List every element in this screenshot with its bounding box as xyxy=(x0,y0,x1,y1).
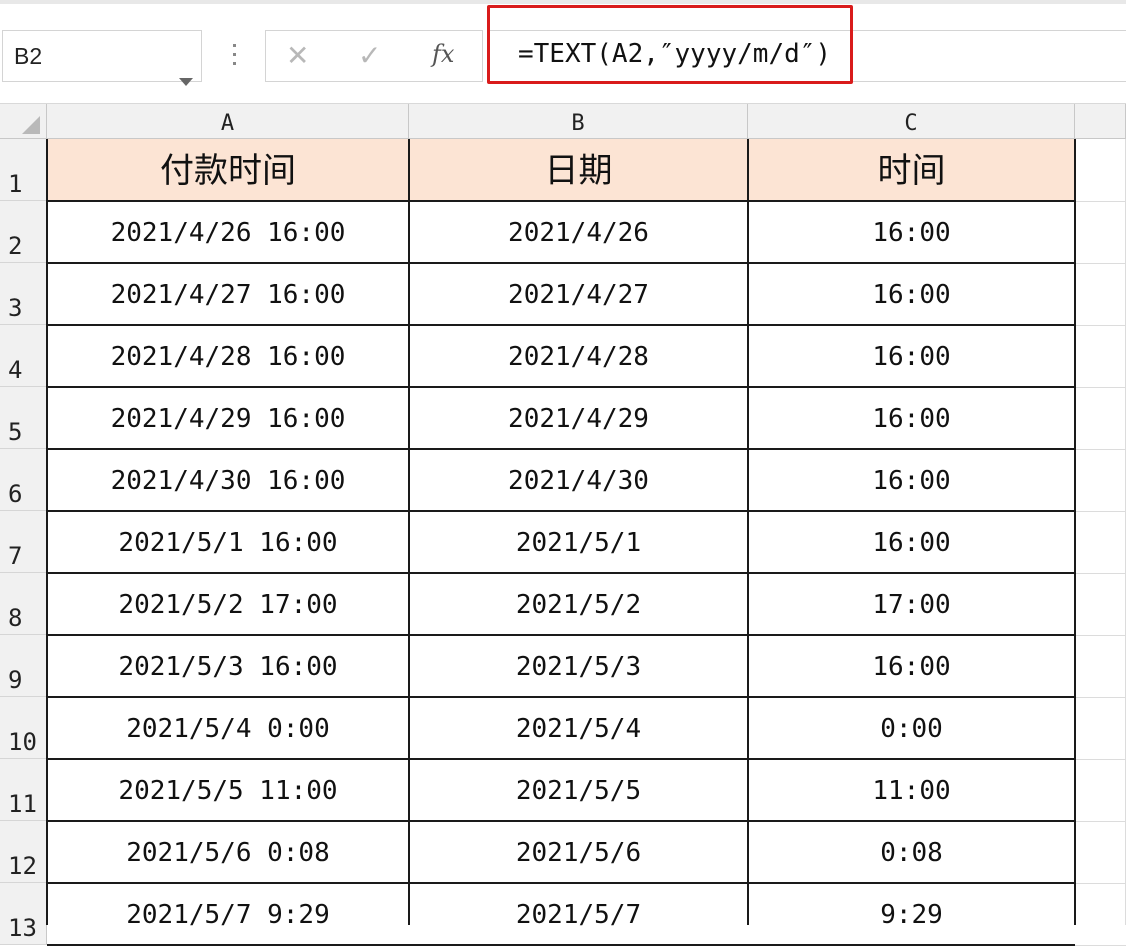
row-header-13[interactable]: 13 xyxy=(0,883,47,945)
table-border xyxy=(47,200,1075,202)
table-border xyxy=(46,139,48,925)
row-header-7[interactable]: 7 xyxy=(0,511,47,573)
table-border xyxy=(47,572,1075,574)
table-border xyxy=(47,262,1075,264)
row-header-10[interactable]: 10 xyxy=(0,697,47,759)
column-header-d[interactable] xyxy=(1075,104,1126,139)
cell-a3[interactable]: 2021/4/27 16:00 xyxy=(47,263,409,325)
cell-c2[interactable]: 16:00 xyxy=(748,201,1075,263)
cell-a9[interactable]: 2021/5/3 16:00 xyxy=(47,635,409,697)
name-box-value: B2 xyxy=(14,43,43,69)
table-border xyxy=(47,324,1075,326)
chevron-down-icon[interactable] xyxy=(179,78,193,86)
cell-b5[interactable]: 2021/4/29 xyxy=(409,387,748,449)
cell-b4[interactable]: 2021/4/28 xyxy=(409,325,748,387)
row-header-6[interactable]: 6 xyxy=(0,449,47,511)
cell-a12[interactable]: 2021/5/6 0:08 xyxy=(47,821,409,883)
table-border xyxy=(47,820,1075,822)
select-all-button[interactable] xyxy=(0,104,47,139)
cell-b11[interactable]: 2021/5/5 xyxy=(409,759,748,821)
cell-c9[interactable]: 16:00 xyxy=(748,635,1075,697)
row-header-9[interactable]: 9 xyxy=(0,635,47,697)
row-number: 2 xyxy=(8,232,23,260)
insert-function-icon[interactable]: fx xyxy=(432,40,454,68)
select-all-icon xyxy=(22,116,40,134)
row-number: 10 xyxy=(8,728,37,756)
row-number: 13 xyxy=(8,914,37,942)
name-box[interactable]: B2 xyxy=(2,30,202,86)
table-border xyxy=(47,758,1075,760)
table-border xyxy=(47,510,1075,512)
cell-c4[interactable]: 16:00 xyxy=(748,325,1075,387)
header-cell-c[interactable]: 时间 xyxy=(748,139,1075,201)
table-border xyxy=(47,634,1075,636)
cell-a4[interactable]: 2021/4/28 16:00 xyxy=(47,325,409,387)
table-border xyxy=(47,448,1075,450)
row-header-4[interactable]: 4 xyxy=(0,325,47,387)
formula-buttons: ✕ ✓ fx xyxy=(265,30,483,82)
cell-a13[interactable]: 2021/5/7 9:29 xyxy=(47,883,409,945)
cell-a5[interactable]: 2021/4/29 16:00 xyxy=(47,387,409,449)
row-header-11[interactable]: 11 xyxy=(0,759,47,821)
header-cell-b[interactable]: 日期 xyxy=(409,139,748,201)
column-header-c[interactable]: C xyxy=(748,104,1075,139)
cell-b9[interactable]: 2021/5/3 xyxy=(409,635,748,697)
row-number: 6 xyxy=(8,480,23,508)
cell-a7[interactable]: 2021/5/1 16:00 xyxy=(47,511,409,573)
row-header-8[interactable]: 8 xyxy=(0,573,47,635)
cell-c8[interactable]: 17:00 xyxy=(748,573,1075,635)
header-cell-a[interactable]: 付款时间 xyxy=(47,139,409,201)
cell-c7[interactable]: 16:00 xyxy=(748,511,1075,573)
row-header-1[interactable]: 1 xyxy=(0,139,47,201)
formula-bar: B2 ✕ ✓ fx =TEXT(A2,″yyyy/m/d″) xyxy=(0,0,1126,104)
cell-c5[interactable]: 16:00 xyxy=(748,387,1075,449)
row-number: 3 xyxy=(8,294,23,322)
cell-c13[interactable]: 9:29 xyxy=(748,883,1075,945)
table-border xyxy=(408,139,410,925)
table-border xyxy=(47,386,1075,388)
row-number: 7 xyxy=(8,542,23,570)
cell-c12[interactable]: 0:08 xyxy=(748,821,1075,883)
row-number: 4 xyxy=(8,356,23,384)
table-border xyxy=(47,882,1075,884)
table-border xyxy=(47,696,1075,698)
row-number: 9 xyxy=(8,666,23,694)
row-number: 11 xyxy=(8,790,37,818)
cell-c3[interactable]: 16:00 xyxy=(748,263,1075,325)
row-number: 8 xyxy=(8,604,23,632)
table-border xyxy=(747,139,749,925)
cell-a8[interactable]: 2021/5/2 17:00 xyxy=(47,573,409,635)
row-header-5[interactable]: 5 xyxy=(0,387,47,449)
cell-b10[interactable]: 2021/5/4 xyxy=(409,697,748,759)
row-header-2[interactable]: 2 xyxy=(0,201,47,263)
row-header-3[interactable]: 3 xyxy=(0,263,47,325)
cell-a6[interactable]: 2021/4/30 16:00 xyxy=(47,449,409,511)
splitter-handle[interactable] xyxy=(233,44,236,68)
cell-b7[interactable]: 2021/5/1 xyxy=(409,511,748,573)
formula-highlight-box xyxy=(487,5,853,84)
row-header-12[interactable]: 12 xyxy=(0,821,47,883)
toolbar-edge xyxy=(0,0,1126,4)
cell-b6[interactable]: 2021/4/30 xyxy=(409,449,748,511)
cell-c10[interactable]: 0:00 xyxy=(748,697,1075,759)
column-header-a[interactable]: A xyxy=(47,104,409,139)
close-icon[interactable]: ✕ xyxy=(286,39,309,72)
column-header-b[interactable]: B xyxy=(409,104,748,139)
cell-b2[interactable]: 2021/4/26 xyxy=(409,201,748,263)
cell-a11[interactable]: 2021/5/5 11:00 xyxy=(47,759,409,821)
cell-b8[interactable]: 2021/5/2 xyxy=(409,573,748,635)
row-number: 5 xyxy=(8,418,23,446)
cell-a10[interactable]: 2021/5/4 0:00 xyxy=(47,697,409,759)
cell-b12[interactable]: 2021/5/6 xyxy=(409,821,748,883)
cell-b3[interactable]: 2021/4/27 xyxy=(409,263,748,325)
cell-c11[interactable]: 11:00 xyxy=(748,759,1075,821)
check-icon[interactable]: ✓ xyxy=(358,39,381,72)
row-number: 1 xyxy=(8,170,23,198)
spreadsheet-grid: A B C 1 2 3 4 5 6 7 8 9 10 11 12 13 付款时间 日期 时间 2021/4/26 16… xyxy=(0,104,1126,946)
table-border xyxy=(1074,139,1076,925)
row-number: 12 xyxy=(8,852,37,880)
cell-b13[interactable]: 2021/5/7 xyxy=(409,883,748,945)
cell-a2[interactable]: 2021/4/26 16:00 xyxy=(47,201,409,263)
cell-c6[interactable]: 16:00 xyxy=(748,449,1075,511)
